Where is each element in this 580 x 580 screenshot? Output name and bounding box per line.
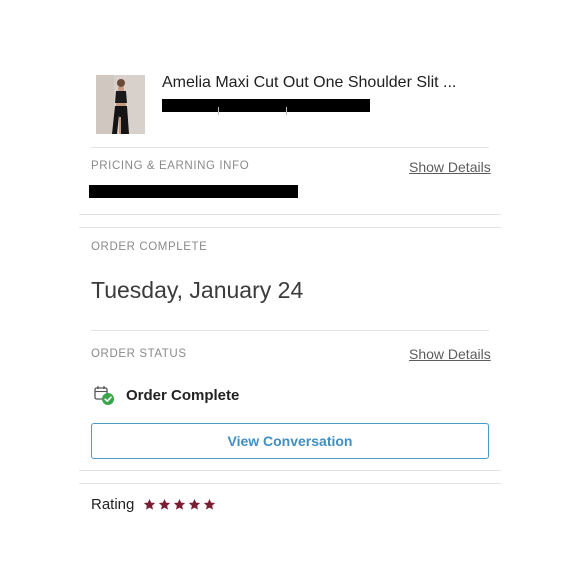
star-icon <box>174 498 186 510</box>
order-status-row: Order Complete <box>93 384 239 406</box>
order-complete-check-icon <box>93 384 115 406</box>
pricing-show-details-link[interactable]: Show Details <box>409 159 491 175</box>
order-status-label: ORDER STATUS <box>91 348 187 360</box>
star-icon <box>204 498 216 510</box>
product-thumbnail[interactable] <box>96 75 145 134</box>
redacted-block <box>89 185 298 198</box>
divider <box>91 147 489 148</box>
section-divider <box>79 214 501 215</box>
view-conversation-button[interactable]: View Conversation <box>91 423 489 459</box>
rating-stars <box>143 498 216 511</box>
section-divider <box>79 483 501 484</box>
star-icon <box>144 498 156 510</box>
order-status-show-details-link[interactable]: Show Details <box>409 346 491 362</box>
product-title[interactable]: Amelia Maxi Cut Out One Shoulder Slit ..… <box>162 74 456 92</box>
pricing-label: PRICING & EARNING INFO <box>91 160 250 172</box>
order-complete-date: Tuesday, January 24 <box>91 277 304 303</box>
order-status-text: Order Complete <box>126 386 240 404</box>
section-divider <box>79 227 501 228</box>
redacted-block <box>162 99 370 115</box>
rating-row: Rating <box>91 496 216 513</box>
rating-label: Rating <box>91 496 135 513</box>
divider <box>91 330 489 331</box>
section-divider <box>79 470 501 471</box>
star-icon <box>189 498 201 510</box>
order-complete-label: ORDER COMPLETE <box>91 241 208 253</box>
star-icon <box>159 498 171 510</box>
